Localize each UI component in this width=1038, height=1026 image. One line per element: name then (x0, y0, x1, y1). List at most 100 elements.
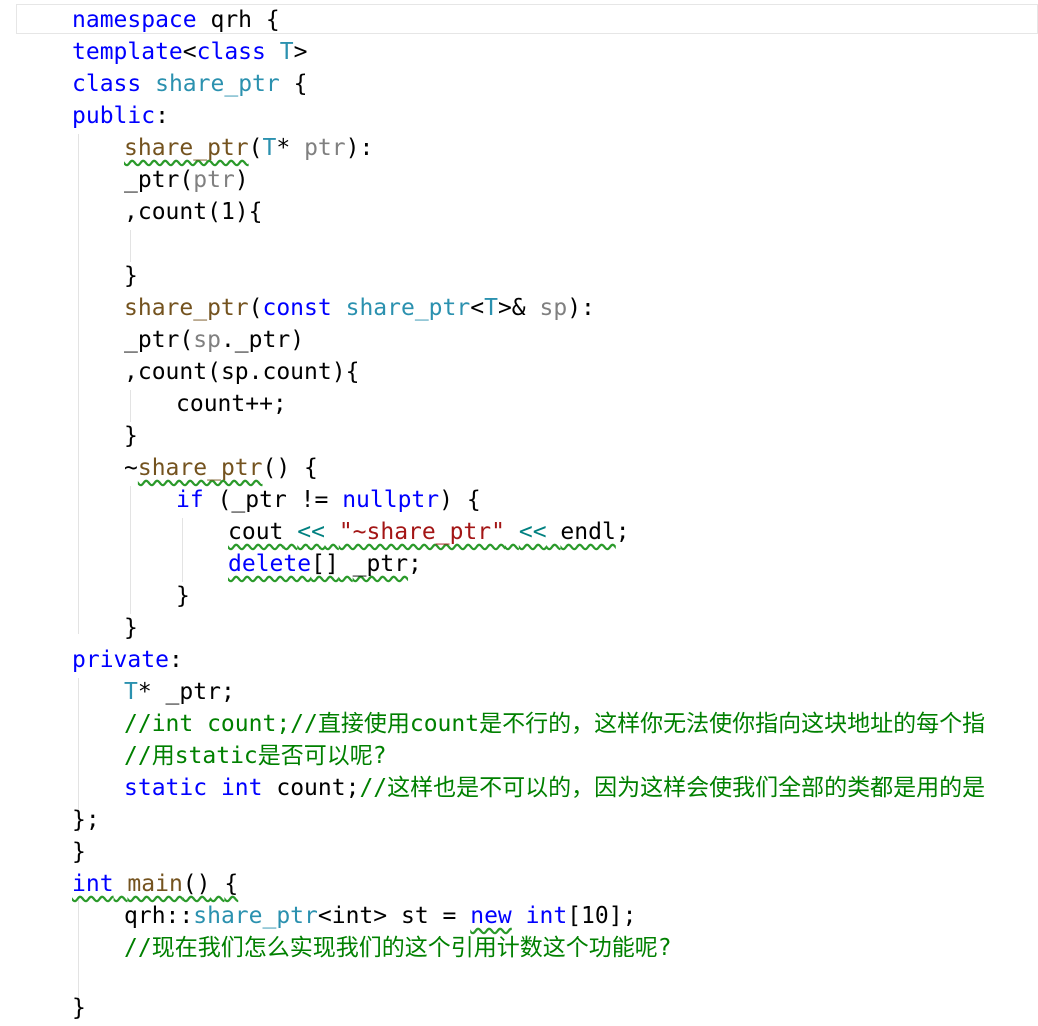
identifier: _ptr (124, 327, 180, 353)
identifier: count; (276, 775, 360, 801)
code-line[interactable]: //现在我们怎么实现我们的这个引用计数这个功能呢? (124, 932, 672, 964)
punctuation: () (182, 871, 211, 897)
punctuation: ): (567, 295, 595, 321)
code-line[interactable]: public: (72, 100, 169, 132)
punctuation: : (168, 647, 183, 673)
code-line[interactable]: share_ptr(T* ptr): (124, 132, 373, 164)
indent-guide (130, 390, 131, 422)
punctuation: ( (179, 327, 194, 353)
identifier: ._ptr) (220, 327, 305, 353)
code-line[interactable]: template<class T> (72, 36, 307, 68)
comment: //int count;//直接使用count是不行的，这样你无法使你指向这块地… (124, 711, 986, 737)
identifier: endl (560, 519, 616, 545)
identifier: ,count (124, 199, 208, 225)
code-line[interactable]: if (_ptr != nullptr) { (176, 484, 481, 516)
punctuation: } (124, 423, 138, 449)
comment: //这样也是不可以的，因为这样会使我们全部的类都是用的是 (359, 775, 986, 801)
identifier: _ptr (124, 167, 180, 193)
punctuation: (1){ (207, 199, 263, 225)
keyword: private (72, 647, 169, 673)
punctuation: < (182, 39, 197, 65)
punctuation: } (124, 263, 138, 289)
punctuation: ( (248, 135, 263, 161)
punctuation: ): (345, 135, 374, 161)
punctuation: * (276, 135, 291, 161)
indent-guide (130, 230, 131, 262)
code-line[interactable]: } (124, 260, 138, 292)
type-name: share_ptr (345, 295, 471, 321)
code-line[interactable]: _ptr(sp._ptr) (124, 324, 304, 356)
code-line[interactable]: //int count;//直接使用count是不行的，这样你无法使你指向这块地… (124, 708, 985, 740)
identifier: count++; (176, 391, 287, 417)
punctuation: ( (248, 295, 263, 321)
function-name: share_ptr (124, 135, 249, 161)
function-name: main (127, 871, 183, 897)
punctuation: >& (497, 295, 526, 321)
code-line[interactable]: class share_ptr { (72, 68, 307, 100)
punctuation: { (293, 71, 308, 97)
code-line[interactable]: }; (72, 804, 100, 836)
punctuation: ( (179, 167, 194, 193)
keyword: int (220, 775, 263, 801)
parameter: sp (193, 327, 221, 353)
punctuation: [10]; (567, 903, 637, 929)
keyword: static (124, 775, 208, 801)
comment: //现在我们怎么实现我们的这个引用计数这个功能呢? (124, 935, 672, 961)
punctuation: { (265, 7, 280, 33)
type-name: T (279, 39, 294, 65)
punctuation: } (124, 615, 138, 641)
code-line[interactable]: _ptr(ptr) (124, 164, 249, 196)
code-line[interactable]: } (176, 580, 190, 612)
identifier: cout (228, 519, 284, 545)
parameter: ptr (304, 135, 346, 161)
code-line[interactable]: ~share_ptr() { (124, 452, 318, 484)
keyword: template (72, 39, 183, 65)
identifier: * _ptr; (137, 679, 235, 705)
code-line[interactable]: qrh::share_ptr<int> st = new int[10]; (124, 900, 636, 932)
code-line[interactable]: private: (72, 644, 183, 676)
code-line[interactable]: ,count(1){ (124, 196, 262, 228)
code-line[interactable]: count++; (176, 388, 287, 420)
indent-guide (78, 134, 79, 634)
indent-guide (182, 518, 183, 582)
code-line[interactable]: delete[] _ptr; (228, 548, 422, 580)
keyword: namespace (72, 7, 197, 33)
code-line[interactable]: namespace qrh { (72, 4, 280, 36)
punctuation: [] (311, 551, 339, 577)
identifier: qrh (210, 7, 253, 33)
operator: << (518, 519, 547, 545)
type-name: T (484, 295, 498, 321)
code-line[interactable]: } (124, 420, 138, 452)
indent-guide (130, 486, 131, 614)
type-name: T (262, 135, 277, 161)
code-line[interactable]: T* _ptr; (124, 676, 235, 708)
punctuation: }; (72, 807, 100, 833)
punctuation: ~ (124, 455, 138, 481)
punctuation: : (155, 103, 169, 129)
type-name: T (124, 679, 138, 705)
code-line[interactable]: cout << "~share_ptr" << endl; (228, 516, 630, 548)
punctuation: ) { (439, 487, 481, 513)
punctuation: } (72, 995, 86, 1021)
code-line[interactable]: int main() { (72, 868, 238, 900)
punctuation: () { (262, 455, 318, 481)
keyword: class (196, 39, 266, 65)
code-editor[interactable]: namespace qrh { template<class T> class … (0, 0, 1038, 1026)
code-line[interactable]: //用static是否可以呢? (124, 740, 387, 772)
code-line[interactable]: } (72, 836, 86, 868)
keyword: nullptr (342, 487, 440, 513)
punctuation: ; (615, 519, 630, 545)
code-line[interactable]: } (72, 992, 86, 1024)
code-line[interactable]: share_ptr(const share_ptr<T>& sp): (124, 292, 595, 324)
type-name: share_ptr (193, 903, 318, 929)
keyword: int (72, 871, 114, 897)
code-line[interactable]: ,count(sp.count){ (124, 356, 359, 388)
type-name: share_ptr (155, 71, 280, 97)
code-line[interactable]: static int count;//这样也是不可以的，因为这样会使我们全部的类… (124, 772, 985, 804)
parameter: sp (539, 295, 568, 321)
code-line[interactable]: } (124, 612, 138, 644)
punctuation: ) (234, 167, 249, 193)
keyword: int (525, 903, 568, 929)
punctuation: { (224, 871, 239, 897)
parameter: ptr (193, 167, 235, 193)
